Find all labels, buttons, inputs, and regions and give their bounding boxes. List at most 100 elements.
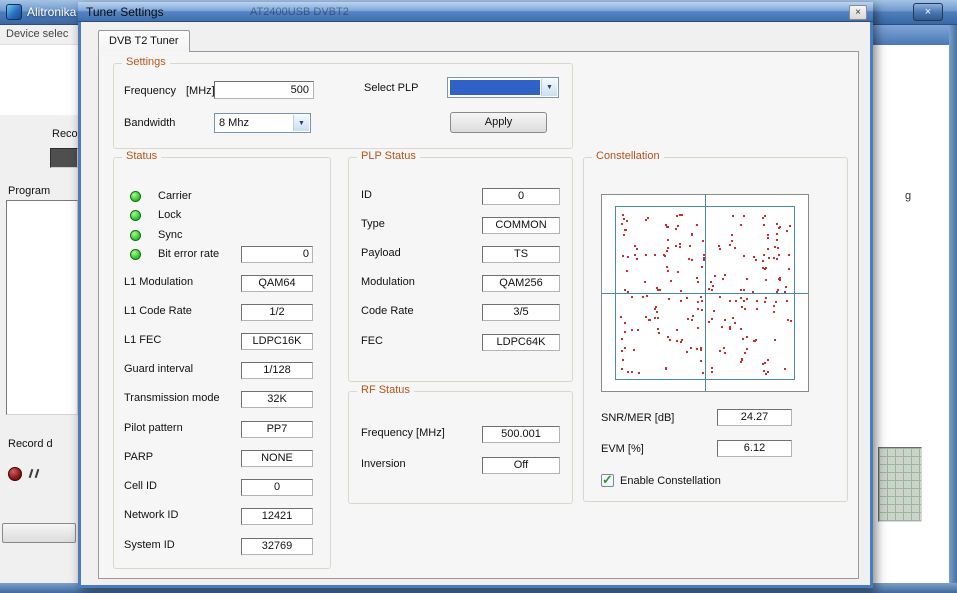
enable-constellation-checkbox[interactable]: ✓ bbox=[601, 474, 614, 487]
plp-type-value: COMMON bbox=[482, 217, 560, 234]
app-icon bbox=[6, 4, 22, 20]
constellation-point bbox=[776, 233, 778, 235]
frequency-label: Frequency bbox=[124, 85, 176, 97]
plp-modulation-label: Modulation bbox=[361, 276, 415, 288]
constellation-point bbox=[658, 332, 660, 334]
dialog-body: DVB T2 Tuner Settings Frequency [MHz] Se… bbox=[81, 22, 870, 585]
constellation-point bbox=[645, 316, 647, 318]
constellation-point bbox=[697, 308, 699, 310]
constellation-point bbox=[631, 329, 633, 331]
tuner-settings-dialog: Tuner Settings AT2400USB DVBT2 × DVB T2 … bbox=[78, 2, 873, 588]
main-close-button[interactable]: × bbox=[913, 3, 943, 21]
l1-modulation-value: QAM64 bbox=[241, 275, 313, 292]
constellation-point bbox=[700, 347, 702, 349]
plp-fec-label: FEC bbox=[361, 335, 383, 347]
constellation-point bbox=[654, 317, 656, 319]
constellation-point bbox=[634, 245, 636, 247]
device-select-menu[interactable]: Device selec bbox=[0, 25, 78, 45]
constellation-point bbox=[687, 318, 689, 320]
frequency-input[interactable] bbox=[214, 81, 314, 99]
tab-dvb-t2-tuner[interactable]: DVB T2 Tuner bbox=[98, 30, 190, 52]
program-label-fragment: Program bbox=[8, 185, 50, 197]
system-id-value: 32769 bbox=[241, 538, 313, 555]
constellation-point bbox=[784, 291, 786, 293]
guard-interval-value: 1/128 bbox=[241, 362, 313, 379]
select-plp-combobox[interactable]: ▼ bbox=[447, 77, 559, 98]
constellation-point bbox=[735, 300, 737, 302]
constellation-point bbox=[642, 296, 644, 298]
constellation-point bbox=[719, 248, 721, 250]
apply-button[interactable]: Apply bbox=[450, 112, 547, 133]
constellation-point bbox=[711, 318, 713, 320]
constellation-point bbox=[708, 321, 710, 323]
constellation-point bbox=[645, 219, 647, 221]
constellation-point bbox=[767, 234, 769, 236]
constellation-point bbox=[740, 328, 742, 330]
plp-payload-value: TS bbox=[482, 246, 560, 263]
background-left-button[interactable] bbox=[2, 523, 76, 543]
constellation-point bbox=[764, 301, 766, 303]
constellation-point bbox=[700, 296, 702, 298]
constellation-point bbox=[701, 309, 703, 311]
tick-mark bbox=[29, 469, 34, 478]
right-text-fragment: g bbox=[905, 190, 911, 202]
plp-status-group: PLP Status ID 0 Type COMMON Payload TS M… bbox=[348, 157, 573, 382]
constellation-point bbox=[667, 270, 669, 272]
constellation-point bbox=[624, 331, 626, 333]
constellation-point bbox=[676, 329, 678, 331]
constellation-point bbox=[647, 217, 649, 219]
constellation-point bbox=[765, 297, 767, 299]
constellation-point bbox=[636, 248, 638, 250]
constellation-point bbox=[774, 339, 776, 341]
constellation-point bbox=[621, 223, 623, 225]
constellation-point bbox=[657, 328, 659, 330]
constellation-point bbox=[663, 254, 665, 256]
constellation-point bbox=[746, 298, 748, 300]
dialog-titlebar[interactable]: Tuner Settings AT2400USB DVBT2 × bbox=[78, 2, 873, 22]
l1-fec-value: LDPC16K bbox=[241, 333, 313, 350]
chevron-down-icon[interactable]: ▼ bbox=[293, 115, 309, 131]
record-group-label-fragment: Recor bbox=[52, 128, 81, 140]
program-listbox[interactable] bbox=[6, 200, 78, 415]
background-right-panel: g bbox=[873, 25, 957, 585]
constellation-point bbox=[675, 228, 677, 230]
constellation-point bbox=[773, 305, 775, 307]
plp-code-rate-value: 3/5 bbox=[482, 304, 560, 321]
constellation-point bbox=[764, 362, 766, 364]
check-icon: ✓ bbox=[602, 472, 613, 488]
constellation-point bbox=[746, 278, 748, 280]
tick-mark bbox=[35, 469, 40, 478]
background-right-highlight bbox=[873, 25, 951, 45]
constellation-point bbox=[740, 224, 742, 226]
constellation-point bbox=[721, 326, 723, 328]
constellation-point bbox=[741, 358, 743, 360]
constellation-point bbox=[656, 287, 658, 289]
status-group: Status Carrier Lock Sync Bit error rate … bbox=[113, 157, 331, 569]
constellation-point bbox=[743, 289, 745, 291]
window-right-border bbox=[949, 25, 957, 585]
constellation-point bbox=[667, 226, 669, 228]
select-plp-label: Select PLP bbox=[364, 82, 418, 94]
constellation-point bbox=[724, 274, 726, 276]
bandwidth-combobox[interactable]: 8 Mhz ▼ bbox=[214, 113, 311, 133]
constellation-point bbox=[743, 215, 745, 217]
bit-error-rate-led-icon bbox=[130, 249, 141, 260]
constellation-point bbox=[718, 245, 720, 247]
dialog-close-button[interactable]: × bbox=[849, 5, 867, 20]
constellation-point bbox=[634, 254, 636, 256]
constellation-point bbox=[789, 225, 791, 227]
plp-type-label: Type bbox=[361, 218, 385, 230]
constellation-point bbox=[624, 289, 626, 291]
constellation-point bbox=[762, 260, 764, 262]
constellation-point bbox=[665, 367, 667, 369]
constellation-point bbox=[645, 254, 647, 256]
constellation-point bbox=[774, 246, 776, 248]
bit-error-rate-value: 0 bbox=[241, 246, 313, 263]
chevron-down-icon[interactable]: ▼ bbox=[541, 79, 557, 96]
background-left-panel: Recor Program Record d bbox=[0, 115, 78, 585]
frequency-unit-label: [MHz] bbox=[186, 85, 215, 97]
carrier-label: Carrier bbox=[158, 190, 192, 202]
constellation-point bbox=[680, 341, 682, 343]
transmission-mode-value: 32K bbox=[241, 391, 313, 408]
constellation-point bbox=[762, 363, 764, 365]
